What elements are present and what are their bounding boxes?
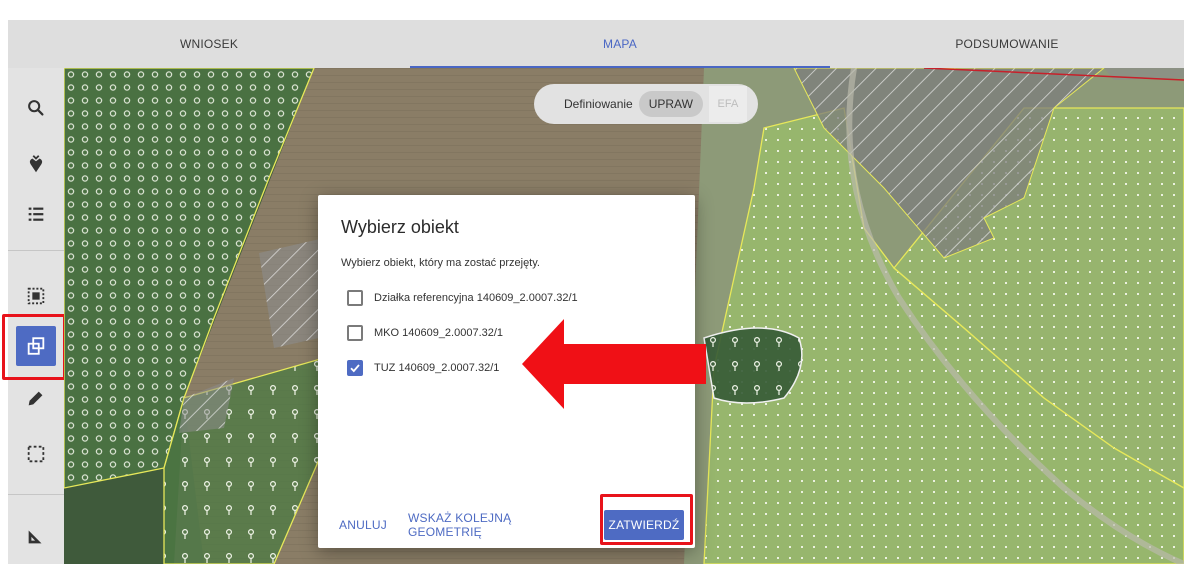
option-tuz[interactable]: TUZ 140609_2.0007.32/1 [347, 358, 499, 378]
checkbox-checked[interactable] [347, 360, 363, 376]
edit-button[interactable] [16, 378, 56, 418]
dialog-subtitle: Wybierz obiekt, który ma zostać przejęty… [341, 257, 540, 269]
select-area-icon [27, 287, 45, 305]
check-icon [350, 364, 360, 373]
dialog-title: Wybierz obiekt [341, 217, 459, 237]
map-toolbar [8, 68, 64, 564]
tab-mapa[interactable]: MAPA [410, 20, 830, 68]
pin-icon [29, 155, 43, 173]
list-icon [28, 207, 44, 221]
measure-icon [28, 530, 42, 544]
checkbox[interactable] [347, 290, 363, 306]
top-spacer [0, 0, 1184, 20]
toolbar-divider [8, 494, 64, 495]
checkbox[interactable] [347, 325, 363, 341]
mode-switch: Definiowanie UPRAW EFA [534, 84, 758, 124]
edit-pencil-icon [28, 391, 43, 406]
mode-switch-label: Definiowanie [564, 97, 633, 111]
option-label: MKO 140609_2.0007.32/1 [374, 327, 504, 339]
option-label: Działka referencyjna 140609_2.0007.32/1 [374, 292, 578, 304]
selection-icon [27, 445, 45, 463]
mode-option-upraw[interactable]: UPRAW [638, 91, 703, 117]
main-tabs: WNIOSEK MAPA PODSUMOWANIE [8, 20, 1184, 68]
measure-button[interactable] [16, 516, 56, 556]
layers-list-button[interactable] [16, 194, 56, 234]
option-label: TUZ 140609_2.0007.32/1 [374, 362, 500, 374]
cancel-button[interactable]: ANULUJ [336, 510, 390, 540]
select-area-button[interactable] [16, 276, 56, 316]
mode-option-efa[interactable]: EFA [708, 86, 747, 122]
next-geometry-button[interactable]: WSKAŻ KOLEJNĄ GEOMETRIĘ [408, 510, 586, 540]
tab-wniosek[interactable]: WNIOSEK [8, 20, 410, 68]
locate-button[interactable] [16, 144, 56, 184]
copy-geometry-button[interactable] [16, 326, 56, 366]
selection-button[interactable] [16, 434, 56, 474]
tab-podsumowanie[interactable]: PODSUMOWANIE [830, 20, 1184, 68]
confirm-button[interactable]: ZATWIERDŹ [604, 510, 684, 540]
toolbar-divider [8, 250, 64, 251]
option-dzialka-referencyjna[interactable]: Działka referencyjna 140609_2.0007.32/1 [347, 288, 578, 308]
copy-geometry-icon [27, 337, 45, 355]
option-mko[interactable]: MKO 140609_2.0007.32/1 [347, 323, 503, 343]
search-icon [28, 100, 44, 116]
select-object-dialog: Wybierz obiekt Wybierz obiekt, który ma … [318, 195, 695, 548]
search-button[interactable] [16, 88, 56, 128]
